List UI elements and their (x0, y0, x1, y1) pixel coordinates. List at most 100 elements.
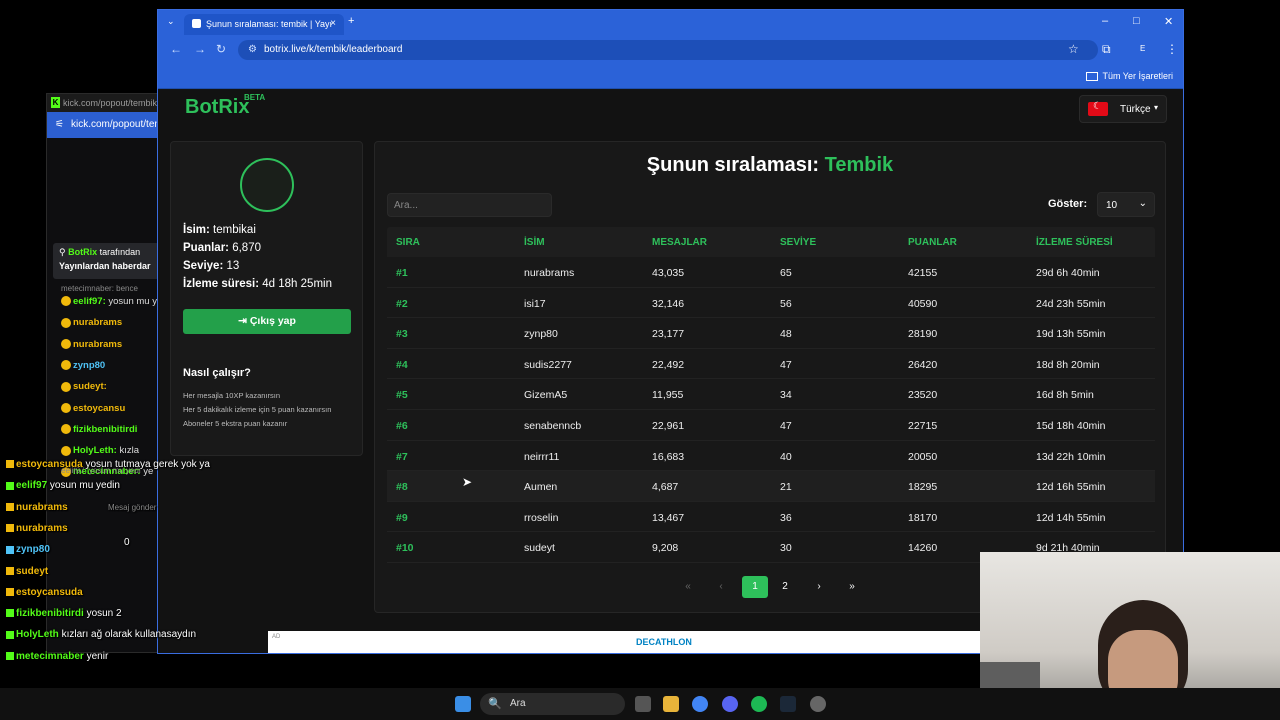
minimize-button[interactable]: – (1102, 15, 1108, 27)
overlay-chat-message: sudeyt (6, 566, 48, 577)
col-rank[interactable]: SIRA (396, 237, 420, 248)
tab-close-icon[interactable]: × (330, 18, 336, 29)
bookmark-star-icon[interactable]: ☆ (1068, 42, 1079, 56)
pinned-text: Yayınlardan haberdar (59, 261, 151, 271)
cell-watch: 19d 13h 55min (1036, 328, 1106, 341)
page-size-select[interactable]: 10 ⌄ (1097, 192, 1155, 217)
chevron-down-icon: ⌄ (1138, 198, 1147, 209)
cell-rank: #3 (396, 328, 408, 341)
profile-avatar[interactable]: E (1140, 44, 1145, 53)
search-input[interactable]: Ara... (387, 193, 552, 217)
windows-start-icon[interactable] (455, 696, 471, 712)
kick-address-bar[interactable]: ⚟ kick.com/popout/tembik/chatroom (47, 112, 165, 138)
cell-points: 14260 (908, 542, 938, 555)
language-select[interactable]: Türkçe ▾ (1079, 95, 1167, 123)
points-value: 6,870 (232, 242, 261, 254)
chat-username[interactable]: zynp80 (73, 360, 105, 371)
title-streamer: Tembik (824, 154, 894, 176)
chat-username[interactable]: nurabrams (73, 339, 122, 350)
col-points[interactable]: PUANLAR (908, 237, 957, 248)
points-label: Puanlar: (183, 242, 230, 254)
tab-list-icon[interactable]: ⌄ (167, 16, 175, 27)
browser-menu-icon[interactable]: ⋮ (1166, 42, 1178, 56)
pinned-message[interactable]: ⚲ BotRix tarafından Yayınlardan haberdar (53, 243, 173, 279)
chrome-icon[interactable] (692, 696, 708, 712)
show-label: Göster: (1048, 198, 1088, 210)
url-field[interactable]: ⚙ botrix.live/k/tembik/leaderboard (238, 40, 1098, 60)
beta-badge: BETA (244, 93, 266, 102)
site-info-icon[interactable]: ⚙ (248, 44, 257, 55)
cell-name: neirrr11 (524, 450, 560, 463)
page-title: Şunun sıralaması: Tembik (375, 154, 1165, 177)
reply-hint: metecimnaber: bence (61, 284, 138, 293)
chat-username[interactable]: HolyLeth: (73, 445, 117, 456)
discord-icon[interactable] (722, 696, 738, 712)
col-messages[interactable]: MESAJLAR (652, 237, 707, 248)
logout-button[interactable]: ⇥ Çıkış yap (183, 309, 351, 334)
tab-title: Şunun sıralaması: tembik | Yayı (206, 19, 333, 29)
last-page-button[interactable]: » (839, 576, 865, 598)
cell-rank: #4 (396, 358, 408, 371)
chat-username: estoycansuda (16, 459, 83, 470)
how-line-3: Aboneler 5 ekstra puan kazanır (183, 419, 288, 428)
pinned-suffix: tarafından (99, 247, 141, 257)
taskbar: 🔍 Ara (0, 688, 1280, 720)
col-level[interactable]: SEVİYE (780, 237, 816, 248)
chat-text: yosun mu yedin (49, 480, 120, 492)
cell-rank: #2 (396, 297, 408, 310)
first-page-button[interactable]: « (675, 576, 701, 598)
kick-window-title: K kick.com/popout/tembik/c (47, 94, 165, 112)
tab-leaderboard[interactable]: Şunun sıralaması: tembik | Yayı × (184, 14, 344, 35)
chat-username[interactable]: nurabrams (73, 317, 122, 328)
spotify-icon[interactable] (751, 696, 767, 712)
chat-username[interactable]: estoycansu (73, 403, 125, 414)
close-window-button[interactable]: ✕ (1164, 15, 1173, 28)
chat-badge-icon (6, 460, 14, 469)
app-icon[interactable] (810, 696, 826, 712)
chat-username[interactable]: sudeyt: (73, 381, 107, 392)
chat-username[interactable]: eelif97: (73, 296, 106, 307)
level-value: 13 (226, 260, 240, 272)
profile-watchtime: İzleme süresi: 4d 18h 25min (183, 278, 332, 290)
col-watchtime[interactable]: İZLEME SÜRESİ (1036, 237, 1113, 248)
back-button[interactable]: ← (170, 42, 182, 56)
cell-level: 65 (780, 267, 792, 279)
level-label: Seviye: (183, 260, 224, 272)
page-2-button[interactable]: 2 (772, 576, 798, 598)
extensions-icon[interactable]: ⧉ (1102, 42, 1111, 57)
page-1-button[interactable]: 1 (742, 576, 768, 598)
reload-button[interactable]: ↻ (216, 42, 226, 56)
taskbar-search-label: Ara (510, 698, 526, 709)
cell-watch: 24d 23h 55min (1036, 297, 1106, 310)
all-bookmarks-link[interactable]: Tüm Yer İşaretleri (1086, 71, 1173, 81)
cell-watch: 13d 22h 10min (1036, 450, 1106, 463)
maximize-button[interactable]: □ (1133, 15, 1140, 27)
cell-level: 47 (780, 358, 792, 371)
forward-button[interactable]: → (194, 42, 206, 56)
cell-name: isi17 (524, 297, 546, 310)
cell-level: 48 (780, 328, 792, 341)
chat-username[interactable]: fizikbenibitirdi (73, 424, 137, 435)
table-row: #2 isi17 32,146 56 40590 24d 23h 55min (387, 288, 1155, 319)
file-explorer-icon[interactable] (663, 696, 679, 712)
chat-badge-icon (61, 381, 71, 392)
cell-level: 40 (780, 450, 792, 463)
prev-page-button[interactable]: ‹ (708, 576, 734, 598)
task-view-icon[interactable] (635, 696, 651, 712)
overlay-chat-message: estoycansuda yosun tutmaya gerek yok ya (6, 459, 210, 470)
address-bar-row: ← → ↻ ⚙ botrix.live/k/tembik/leaderboard… (158, 35, 1183, 65)
pagination: « ‹ 1 2 › » (675, 576, 865, 598)
col-name[interactable]: İSİM (524, 237, 545, 248)
ad-banner[interactable]: AD DECATHLON (268, 631, 980, 653)
steam-icon[interactable] (780, 696, 796, 712)
new-tab-button[interactable]: + (348, 15, 354, 27)
chat-badge-icon (61, 424, 71, 435)
overlay-chat-message: HolyLeth kızları ağ olarak kullanasaydın (6, 629, 196, 640)
taskbar-search[interactable]: 🔍 Ara (480, 693, 625, 715)
title-prefix: Şunun sıralaması: (646, 154, 820, 176)
next-page-button[interactable]: › (806, 576, 832, 598)
cell-rank: #7 (396, 450, 408, 463)
botrix-logo[interactable]: BotRix (185, 96, 249, 119)
overlay-chat-message: nurabrams (6, 523, 68, 534)
chat-badge-icon (61, 296, 71, 307)
